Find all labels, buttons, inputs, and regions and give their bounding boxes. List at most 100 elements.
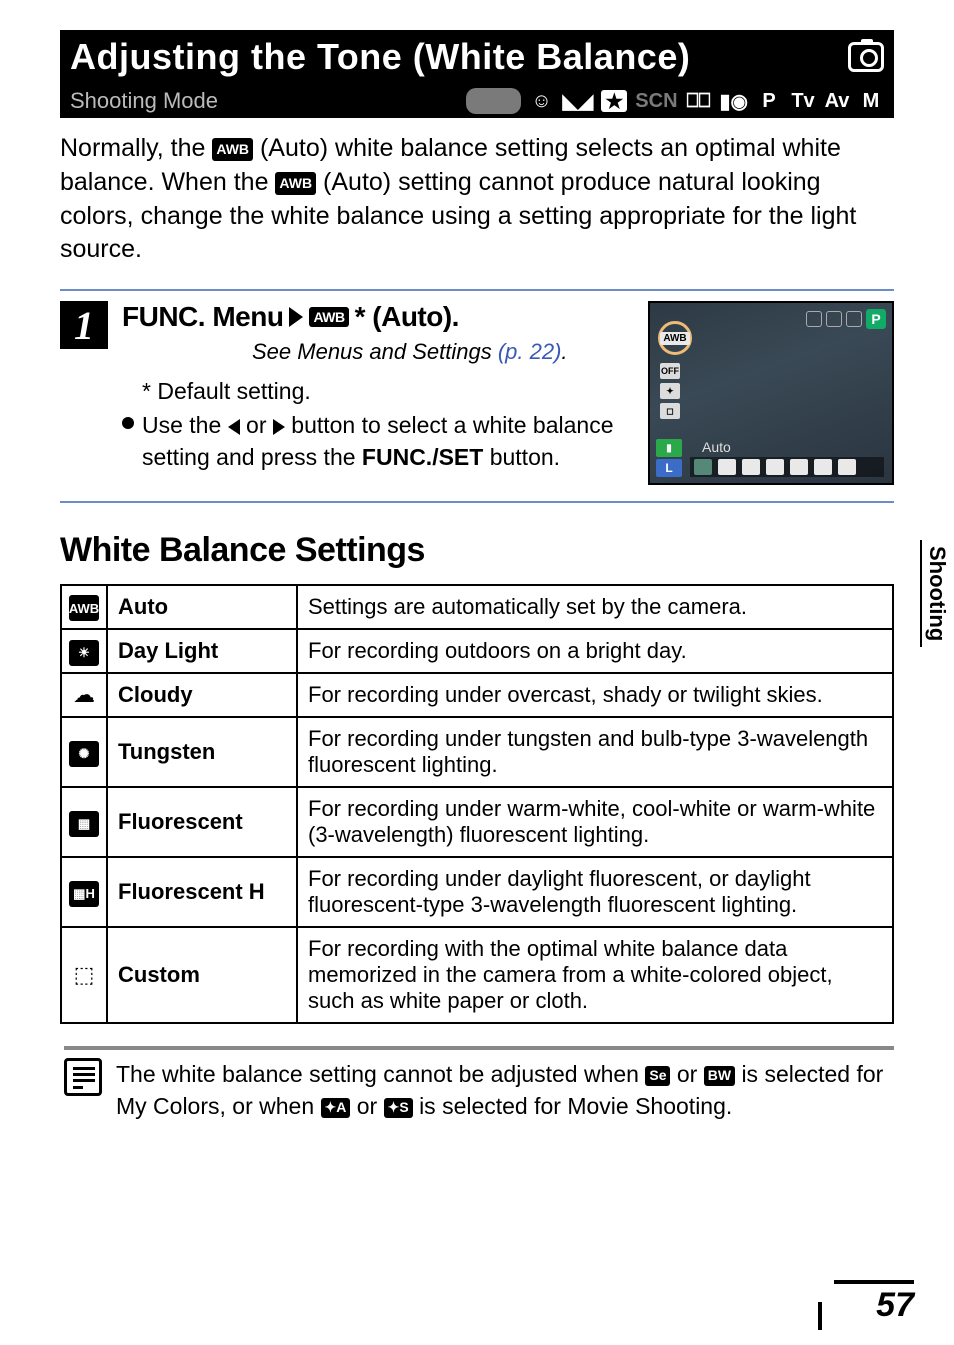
shooting-mode-bar: Shooting Mode AUTO ☺ ◣◢ ★ SCN ⎕⎕ ▮◉ P Tv… [60,84,894,118]
wb-desc-cell: For recording with the optimal white bal… [297,927,893,1023]
wb-icon-cell: ✺ [61,717,107,787]
wb-desc-cell: For recording under daylight fluorescent… [297,857,893,927]
lcd-green-chip: ▮ [656,439,682,457]
note-p2: or [677,1061,704,1087]
mode-strip: AUTO ☺ ◣◢ ★ SCN ⎕⎕ ▮◉ P Tv Av M [466,88,884,114]
wb-mode-icon: ☀ [69,640,99,666]
see-menus-link: (p. 22) [498,339,562,364]
wb-desc-cell: For recording under warm-white, cool-whi… [297,787,893,857]
mode-stitch-icon: ⎕⎕ [686,88,712,114]
step-title-suffix: * (Auto). [355,301,459,333]
step-list: * Default setting. Use the or button to … [122,375,624,474]
wb-icon-cell: ☀ [61,629,107,673]
lcd-l-chip: L [656,459,682,477]
mycolors-bw-icon: BW [704,1066,735,1086]
table-row: ▦H Fluorescent HFor recording under dayli… [61,857,893,927]
bullet-p1: Use the [142,412,228,438]
see-menus-dot: . [561,339,567,364]
camera-lcd-preview: P AWB OFF ✦ ◻ Auto ▮ L [648,301,894,485]
wb-name-cell: Auto [107,585,297,629]
lcd-chip: ◻ [660,403,680,419]
note-icon [64,1058,102,1096]
mode-scn-icon: SCN [635,88,677,114]
mycolors-sepia-icon: Se [645,1066,670,1086]
lcd-selection-circle: AWB [658,321,692,355]
lcd-left-stack: OFF ✦ ◻ [660,363,680,419]
mode-portrait-icon: ☺ [529,88,555,114]
step-number: 1 [60,301,108,349]
page-title: Adjusting the Tone (White Balance) [70,36,836,78]
lcd-wb-option-icon [766,459,784,475]
section-heading: White Balance Settings [60,531,894,570]
wb-mode-icon: ▦H [69,881,99,907]
wb-mode-icon: AWB [69,595,99,621]
lcd-top-icons: P [806,309,886,329]
lcd-off-chip: OFF [660,363,680,379]
wb-name-cell: Day Light [107,629,297,673]
see-menus: See Menus and Settings (p. 22). [252,339,624,365]
step-title-prefix: FUNC. Menu [122,301,283,333]
note-p4: or [357,1093,384,1119]
lcd-wb-option-icon [790,459,808,475]
lcd-icon [806,311,822,327]
wb-mode-icon: ▦ [69,811,99,837]
lcd-icon [846,311,862,327]
wb-icon-cell: ☁ [61,673,107,717]
title-bar: Adjusting the Tone (White Balance) [60,30,894,84]
bullet-icon [122,417,134,429]
shooting-mode-label: Shooting Mode [70,88,218,114]
lcd-wb-option-icon [838,459,856,475]
default-setting-note: * Default setting. [122,375,624,407]
note-block: The white balance setting cannot be adju… [64,1046,894,1122]
wb-name-cell: Fluorescent H [107,857,297,927]
lcd-corner: ▮ L [656,439,682,477]
step-bullet: Use the or button to select a white bala… [122,409,624,473]
triangle-right-icon [289,307,303,327]
lcd-wb-option-icon [718,459,736,475]
wb-icon-cell: ▦ [61,787,107,857]
bullet-p2: or [246,412,273,438]
step-1: 1 FUNC. Menu AWB * (Auto). See Menus and… [60,289,894,503]
see-menus-text: See Menus and Settings [252,339,498,364]
wb-mode-icon: ⬚ [69,962,99,988]
wb-name-cell: Custom [107,927,297,1023]
intro-text-1: Normally, the [60,134,212,162]
bullet-text: Use the or button to select a white bala… [142,409,624,473]
note-p5: is selected for Movie Shooting. [419,1093,732,1119]
wb-desc-cell: For recording under tungsten and bulb-ty… [297,717,893,787]
lcd-bottom-row [690,457,884,477]
note-p1: The white balance setting cannot be adju… [116,1061,645,1087]
page-number: 57 [834,1280,914,1325]
wb-desc-cell: For recording outdoors on a bright day. [297,629,893,673]
wb-icon-cell: ⬚ [61,927,107,1023]
side-tab: Shooting [920,540,954,647]
default-setting-text: * Default setting. [142,375,311,407]
wb-name-cell: Cloudy [107,673,297,717]
mode-landscape-icon: ◣◢ [563,88,594,114]
lcd-icon [826,311,842,327]
mode-p-icon: P [756,88,782,114]
func-set-label: FUNC./SET [362,444,483,470]
bullet-p4: button. [490,444,560,470]
awb-icon: AWB [275,172,316,195]
step-body: FUNC. Menu AWB * (Auto). See Menus and S… [122,301,894,485]
wb-mode-icon: ☁ [69,682,99,708]
awb-icon: AWB [212,138,253,161]
table-row: ☀ Day LightFor recording outdoors on a br… [61,629,893,673]
right-arrow-icon [273,419,285,435]
lcd-awb-chip: AWB [660,332,689,345]
note-text: The white balance setting cannot be adju… [116,1058,894,1122]
lcd-wb-option-icon [694,459,712,475]
mode-auto-icon: AUTO [466,88,520,114]
wb-name-cell: Fluorescent [107,787,297,857]
intro-paragraph: Normally, the AWB (Auto) white balance s… [60,132,894,267]
table-row: ✺TungstenFor recording under tungsten an… [61,717,893,787]
lcd-chip: ✦ [660,383,680,399]
step-title: FUNC. Menu AWB * (Auto). [122,301,624,333]
left-arrow-icon [228,419,240,435]
wb-desc-cell: For recording under overcast, shady or t… [297,673,893,717]
camera-icon [848,42,884,72]
mode-movie-icon: ▮◉ [720,88,748,114]
movie-accent-icon: ✦A [321,1098,351,1118]
lcd-wb-option-icon [742,459,760,475]
